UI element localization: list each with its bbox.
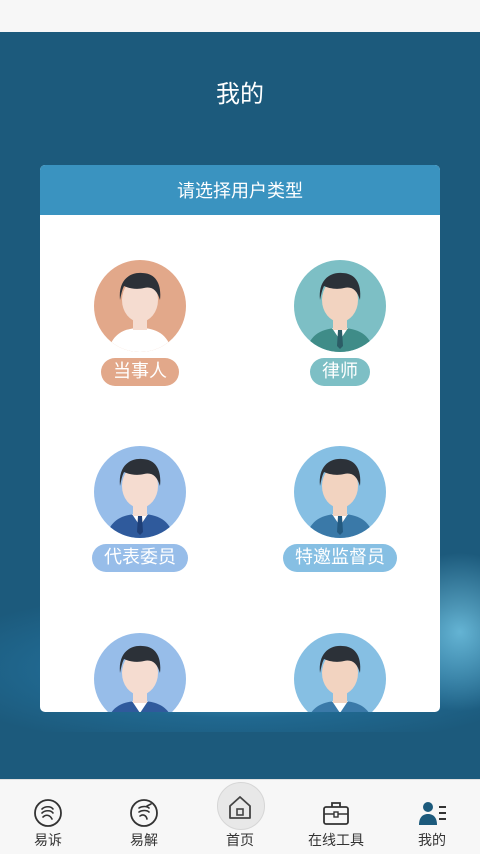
user-type-supervisor[interactable]: 特邀监督员: [250, 446, 430, 586]
user-type-lawyer[interactable]: 律师: [250, 260, 430, 400]
bottom-tab-bar: 易诉 易解 首页 在线工具 我的: [0, 779, 480, 854]
user-type-party[interactable]: 当事人: [50, 260, 230, 400]
user-type-partial-right[interactable]: [250, 633, 430, 712]
tab-label-yisu: 易诉: [34, 833, 62, 849]
user-type-representative[interactable]: 代表委员: [50, 446, 230, 586]
home-icon: [229, 796, 251, 819]
user-type-panel: 请选择用户类型 当事人 律师 代表委员 特邀监督员: [40, 165, 440, 712]
user-list-icon: [419, 802, 446, 825]
tab-label-home: 首页: [226, 833, 254, 849]
person-avatar-icon: [294, 633, 386, 712]
main-background: 我的 请选择用户类型 当事人 律师 代表委员 特邀监督员: [0, 32, 480, 779]
supervisor-label: 特邀监督员: [283, 544, 397, 572]
tab-home[interactable]: 首页: [192, 780, 288, 854]
lawyer-label: 律师: [310, 358, 370, 386]
page-title: 我的: [216, 80, 264, 108]
tab-online-tools[interactable]: 在线工具: [288, 780, 384, 854]
party-label: 当事人: [101, 358, 179, 386]
panel-title: 请选择用户类型: [40, 165, 440, 215]
tab-yijie[interactable]: 易解: [96, 780, 192, 854]
tab-yisu[interactable]: 易诉: [0, 780, 96, 854]
hand-icon: [34, 799, 62, 827]
representative-label: 代表委员: [92, 544, 188, 572]
person-avatar-icon: [94, 633, 186, 712]
status-bar: [0, 0, 480, 32]
tab-mine[interactable]: 我的: [384, 780, 480, 854]
tab-label-mine: 我的: [418, 833, 446, 849]
hand-icon: [130, 799, 158, 827]
user-type-partial-left[interactable]: [50, 633, 230, 712]
supervisor-avatar-icon: [294, 446, 386, 538]
tab-label-online-tools: 在线工具: [308, 833, 364, 849]
lawyer-avatar-icon: [294, 260, 386, 352]
party-avatar-icon: [94, 260, 186, 352]
tab-label-yijie: 易解: [130, 833, 158, 849]
briefcase-icon: [323, 802, 349, 825]
representative-avatar-icon: [94, 446, 186, 538]
